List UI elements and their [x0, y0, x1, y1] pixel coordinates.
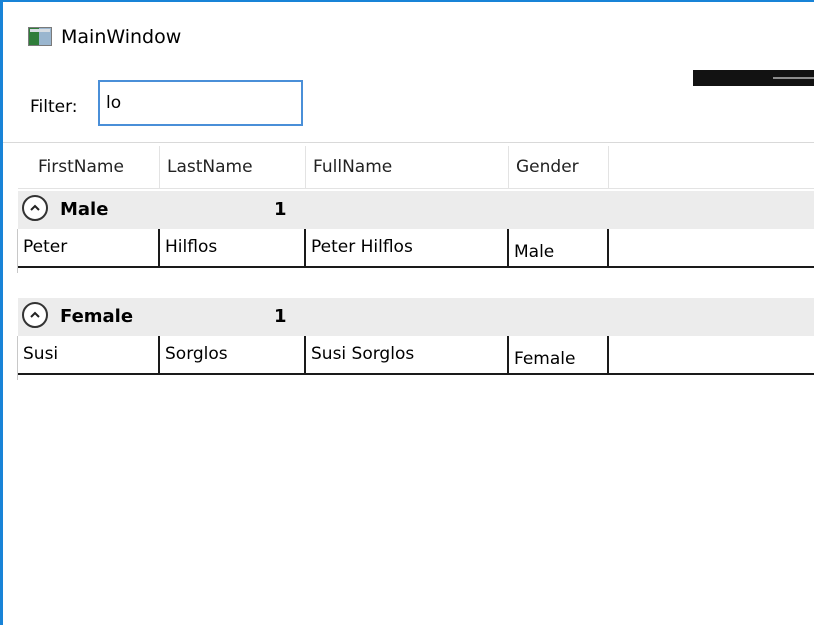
chevron-up-icon[interactable] — [22, 302, 48, 328]
column-header-lastname[interactable]: LastName — [160, 146, 306, 188]
progress-indicator-line — [773, 77, 814, 79]
filter-input[interactable] — [98, 80, 303, 126]
cell-fullname[interactable]: Peter Hilflos — [306, 229, 509, 266]
column-header-fullname[interactable]: FullName — [306, 146, 509, 188]
data-grid[interactable]: FirstName LastName FullName Gender Male … — [3, 142, 814, 625]
column-header-gender[interactable]: Gender — [509, 146, 609, 188]
column-header-firstname[interactable]: FirstName — [18, 146, 160, 188]
chevron-up-icon-glyph — [30, 204, 40, 211]
group-male: Male 1 Peter Hilflos Peter Hilflos Male — [18, 191, 814, 270]
cell-gender[interactable]: Male — [509, 229, 609, 266]
cell-firstname[interactable]: Peter — [18, 229, 160, 266]
table-row[interactable]: Peter Hilflos Peter Hilflos Male — [18, 229, 814, 268]
chevron-up-icon[interactable] — [22, 195, 48, 221]
grid-header-row: FirstName LastName FullName Gender — [18, 146, 814, 189]
group-header[interactable]: Male 1 — [18, 191, 814, 229]
window-title: MainWindow — [61, 26, 182, 48]
chevron-up-icon-glyph — [30, 311, 40, 318]
group-name: Male — [60, 199, 109, 220]
group-count: 1 — [274, 306, 287, 327]
cell-firstname[interactable]: Susi — [18, 336, 160, 373]
cell-gender[interactable]: Female — [509, 336, 609, 373]
group-female: Female 1 Susi Sorglos Susi Sorglos Femal… — [18, 298, 814, 377]
main-window: MainWindow Filter: FirstName LastName Fu… — [0, 0, 814, 625]
table-row[interactable]: Susi Sorglos Susi Sorglos Female — [18, 336, 814, 375]
group-count: 1 — [274, 199, 287, 220]
cell-lastname[interactable]: Hilflos — [160, 229, 306, 266]
filter-row: Filter: — [3, 80, 814, 130]
group-header[interactable]: Female 1 — [18, 298, 814, 336]
title-bar[interactable]: MainWindow — [3, 2, 814, 52]
cell-lastname[interactable]: Sorglos — [160, 336, 306, 373]
filter-label: Filter: — [30, 97, 78, 117]
cell-fullname[interactable]: Susi Sorglos — [306, 336, 509, 373]
group-name: Female — [60, 306, 134, 327]
app-window-icon — [28, 27, 52, 46]
